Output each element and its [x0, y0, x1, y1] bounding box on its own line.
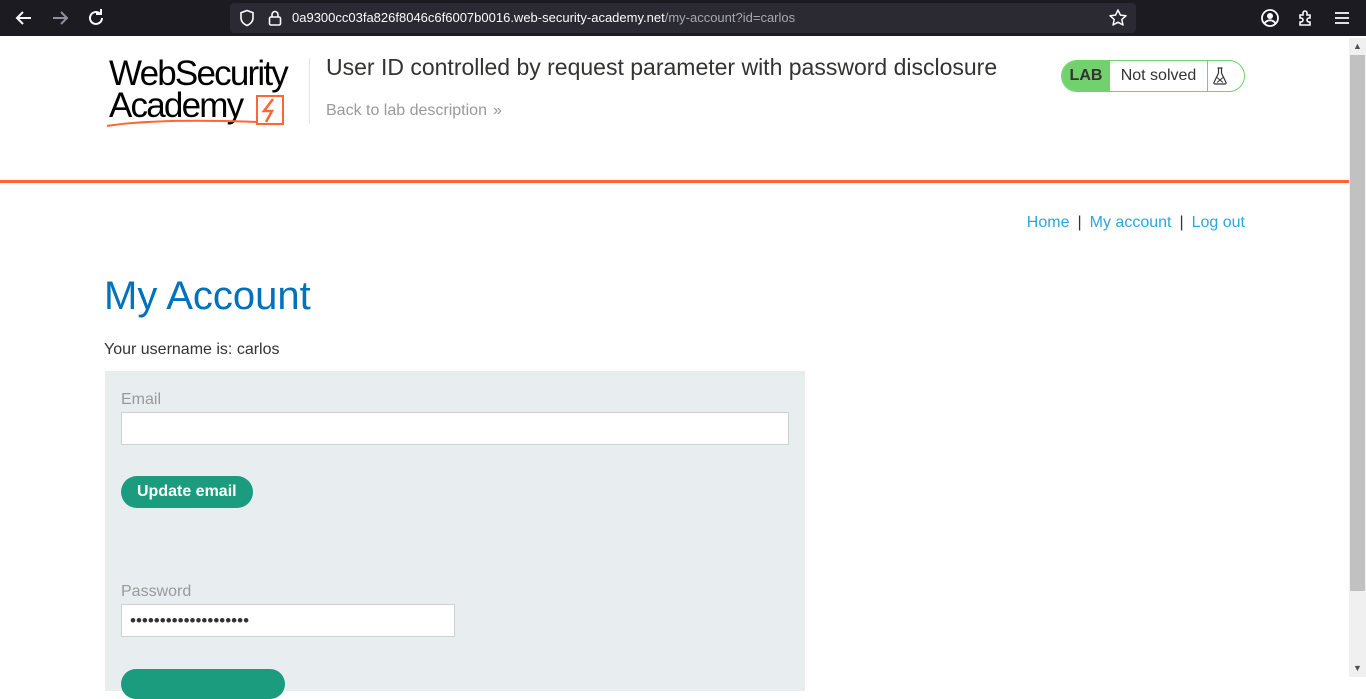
back-to-lab-description-link[interactable]: Back to lab description »	[326, 102, 502, 120]
logo-lightning-icon	[106, 95, 284, 127]
submit-button-partial[interactable]	[121, 669, 285, 699]
lab-label: LAB	[1062, 61, 1110, 91]
page-title: My Account	[104, 274, 311, 318]
password-field[interactable]: ••••••••••••••••••••	[121, 604, 455, 637]
url-path: /my-account?id=carlos	[664, 10, 796, 25]
nav-home-link[interactable]: Home	[1027, 214, 1070, 231]
lab-title: User ID controlled by request parameter …	[326, 54, 998, 80]
flask-icon	[1213, 67, 1227, 85]
forward-arrow-icon[interactable]	[48, 6, 72, 30]
password-value: ••••••••••••••••••••	[130, 611, 250, 630]
page-content: WebSecurity Academy User ID controlled b…	[0, 38, 1349, 699]
header-accent-rule	[0, 180, 1349, 183]
email-field[interactable]	[121, 412, 789, 445]
password-label: Password	[121, 583, 192, 600]
web-security-academy-logo[interactable]: WebSecurity Academy	[105, 54, 305, 130]
nav-my-account-link[interactable]: My account	[1090, 214, 1172, 231]
address-bar[interactable]: 0a9300cc03fa826f8046c6f6007b0016.web-sec…	[230, 3, 1136, 33]
username-text: Your username is: carlos	[104, 341, 280, 358]
scroll-up-arrow-icon[interactable]: ▲	[1351, 40, 1364, 53]
lab-status-badge: LAB Not solved	[1061, 60, 1245, 92]
browser-toolbar: 0a9300cc03fa826f8046c6f6007b0016.web-sec…	[0, 0, 1366, 36]
menu-icon[interactable]	[1331, 7, 1353, 29]
top-navigation: Home | My account | Log out	[1027, 214, 1245, 232]
scrollbar-thumb[interactable]	[1350, 55, 1365, 591]
update-email-button[interactable]: Update email	[121, 476, 253, 508]
lock-icon[interactable]	[266, 9, 284, 27]
account-icon[interactable]	[1259, 7, 1281, 29]
back-link-label: Back to lab description	[326, 102, 487, 119]
scroll-down-arrow-icon[interactable]: ▼	[1351, 662, 1364, 675]
nav-separator: |	[1179, 214, 1184, 231]
account-form-panel: Email Update email Password ••••••••••••…	[105, 371, 805, 699]
nav-separator: |	[1077, 214, 1082, 231]
extensions-icon[interactable]	[1295, 7, 1317, 29]
nav-log-out-link[interactable]: Log out	[1192, 214, 1245, 231]
double-chevron-right-icon: »	[492, 102, 502, 119]
header-divider	[309, 58, 310, 124]
bookmark-star-icon[interactable]	[1108, 8, 1128, 28]
back-arrow-icon[interactable]	[12, 6, 36, 30]
url-host: 0a9300cc03fa826f8046c6f6007b0016.web-sec…	[292, 10, 665, 25]
lab-status-text: Not solved	[1110, 61, 1208, 91]
reload-icon[interactable]	[84, 6, 108, 30]
url-text[interactable]: 0a9300cc03fa826f8046c6f6007b0016.web-sec…	[292, 10, 795, 25]
tracking-shield-icon[interactable]	[238, 9, 256, 27]
email-label: Email	[121, 391, 162, 408]
